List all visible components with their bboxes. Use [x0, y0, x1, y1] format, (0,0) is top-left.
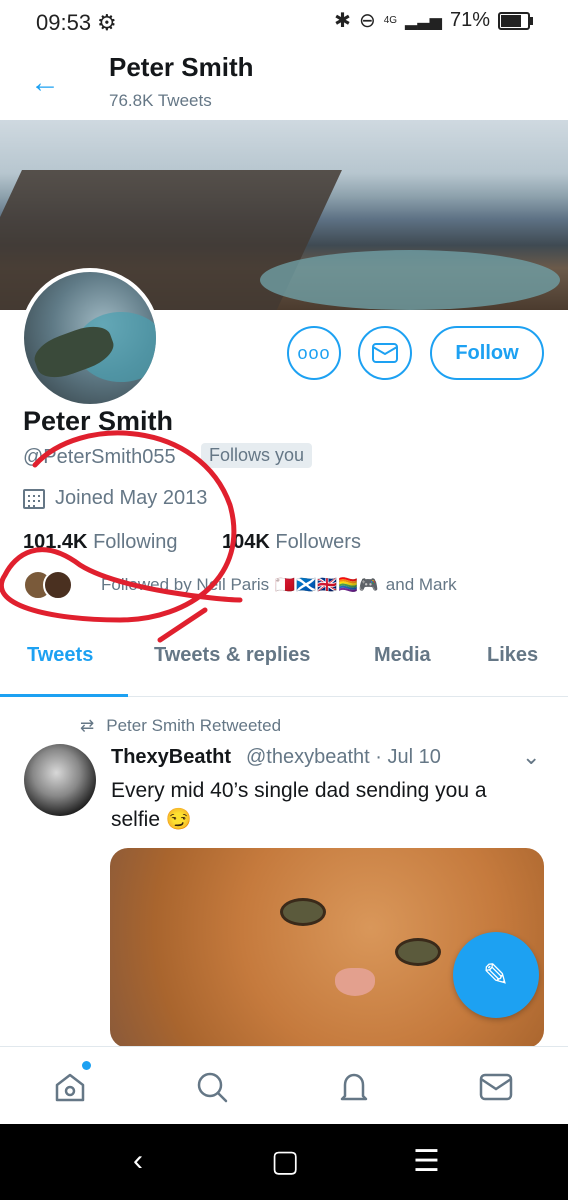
cat-nose [335, 968, 375, 996]
system-menu-icon[interactable]: ☰ [413, 1144, 440, 1179]
status-time: 09:53 [36, 10, 92, 35]
profile-header: ← Peter Smith 76.8K Tweets [0, 44, 568, 120]
battery-fill [501, 14, 521, 27]
compose-tweet-button[interactable]: ✎ [453, 932, 539, 1018]
home-notification-dot [82, 1061, 91, 1070]
followers-count: 104K [222, 531, 270, 553]
feather-plus-icon: ✎ [482, 957, 510, 993]
dnd-icon: ⊖ [358, 10, 376, 32]
gear-icon: ⚙ [97, 10, 117, 35]
envelope-icon [372, 343, 398, 363]
cat-eye-right [395, 938, 441, 966]
signal-icon: ▂▃▅ [405, 12, 442, 30]
profile-avatar[interactable] [20, 268, 160, 408]
network-label: 4G [383, 15, 398, 26]
retweet-icon: ⇄ [80, 716, 95, 735]
emoji-flags: 🇲🇹🏴󠁧󠁢󠁳󠁣󠁴󠁿🇬🇧🏳️‍🌈🎮 [275, 577, 380, 594]
profile-tabs: Tweets Tweets & replies Media Likes [0, 622, 568, 697]
joined-text: Joined May 2013 [55, 487, 208, 509]
tweet-author-name[interactable]: ThexyBeatht [111, 746, 231, 769]
cat-eye-left [280, 898, 326, 926]
following-count: 101.4K [23, 531, 88, 553]
system-back-icon[interactable]: ‹ [133, 1144, 143, 1178]
battery-percent: 71% [449, 9, 490, 31]
tab-tweets[interactable]: Tweets [27, 644, 93, 667]
header-title: Peter Smith [109, 52, 254, 82]
message-button[interactable] [358, 326, 412, 380]
joined-date: Joined May 2013 [23, 487, 207, 510]
tweet-date: · Jul 10 [375, 746, 441, 768]
bluetooth-icon: ✱ [334, 10, 351, 32]
profile-name: Peter Smith [23, 406, 174, 436]
followers-label: Followers [275, 531, 361, 553]
following-label: Following [93, 531, 178, 553]
followers-stat[interactable]: 104K Followers [222, 531, 361, 554]
more-options-button[interactable]: ooo [287, 326, 341, 380]
following-stat[interactable]: 101.4K Following [23, 531, 178, 554]
follower-avatar-2 [43, 570, 73, 600]
tweet-author-handle: @thexybeatht [246, 746, 370, 768]
tweet-text: Every mid 40’s single dad sending you a … [111, 779, 487, 831]
active-tab-indicator [0, 694, 128, 697]
system-home-icon[interactable]: ▢ [271, 1144, 299, 1179]
battery-icon [498, 11, 533, 30]
home-icon[interactable] [50, 1067, 90, 1107]
tweet-avatar[interactable] [24, 744, 96, 816]
retweet-indicator: ⇄ Peter Smith Retweeted [80, 716, 281, 736]
more-icon: ooo [297, 342, 331, 363]
status-bar: 09:53 ⚙ ✱ ⊖ 4G ▂▃▅ 71% [0, 0, 568, 44]
system-nav-bar: ‹ ▢ ☰ [0, 1124, 568, 1200]
bell-icon[interactable] [334, 1067, 374, 1107]
retweet-label: Peter Smith Retweeted [106, 716, 282, 735]
status-right: ✱ ⊖ 4G ▂▃▅ 71% [334, 8, 533, 33]
header-tweet-count: 76.8K Tweets [109, 91, 212, 110]
followed-by[interactable]: Followed by Neil Paris 🇲🇹🏴󠁧󠁢󠁳󠁣󠁴󠁿🇬🇧🏳️‍🌈🎮 … [23, 570, 457, 600]
calendar-icon [23, 488, 45, 509]
tab-likes[interactable]: Likes [487, 644, 538, 667]
followed-by-text: Followed by Neil Paris [101, 575, 270, 594]
tweet-meta: @thexybeatht · Jul 10 [246, 746, 441, 769]
banner-lake [260, 250, 560, 310]
chevron-down-icon[interactable]: ⌄ [522, 744, 540, 770]
tab-tweets-replies[interactable]: Tweets & replies [154, 644, 310, 667]
follow-button[interactable]: Follow [430, 326, 544, 380]
back-arrow-icon[interactable]: ← [30, 66, 60, 100]
tab-media[interactable]: Media [374, 644, 431, 667]
followed-by-suffix: and Mark [385, 575, 457, 594]
mail-icon[interactable] [476, 1067, 516, 1107]
follows-you-badge: Follows you [201, 443, 313, 468]
search-icon[interactable] [192, 1067, 232, 1107]
bottom-nav [0, 1046, 568, 1125]
profile-handle: @PeterSmith055 [23, 446, 176, 468]
